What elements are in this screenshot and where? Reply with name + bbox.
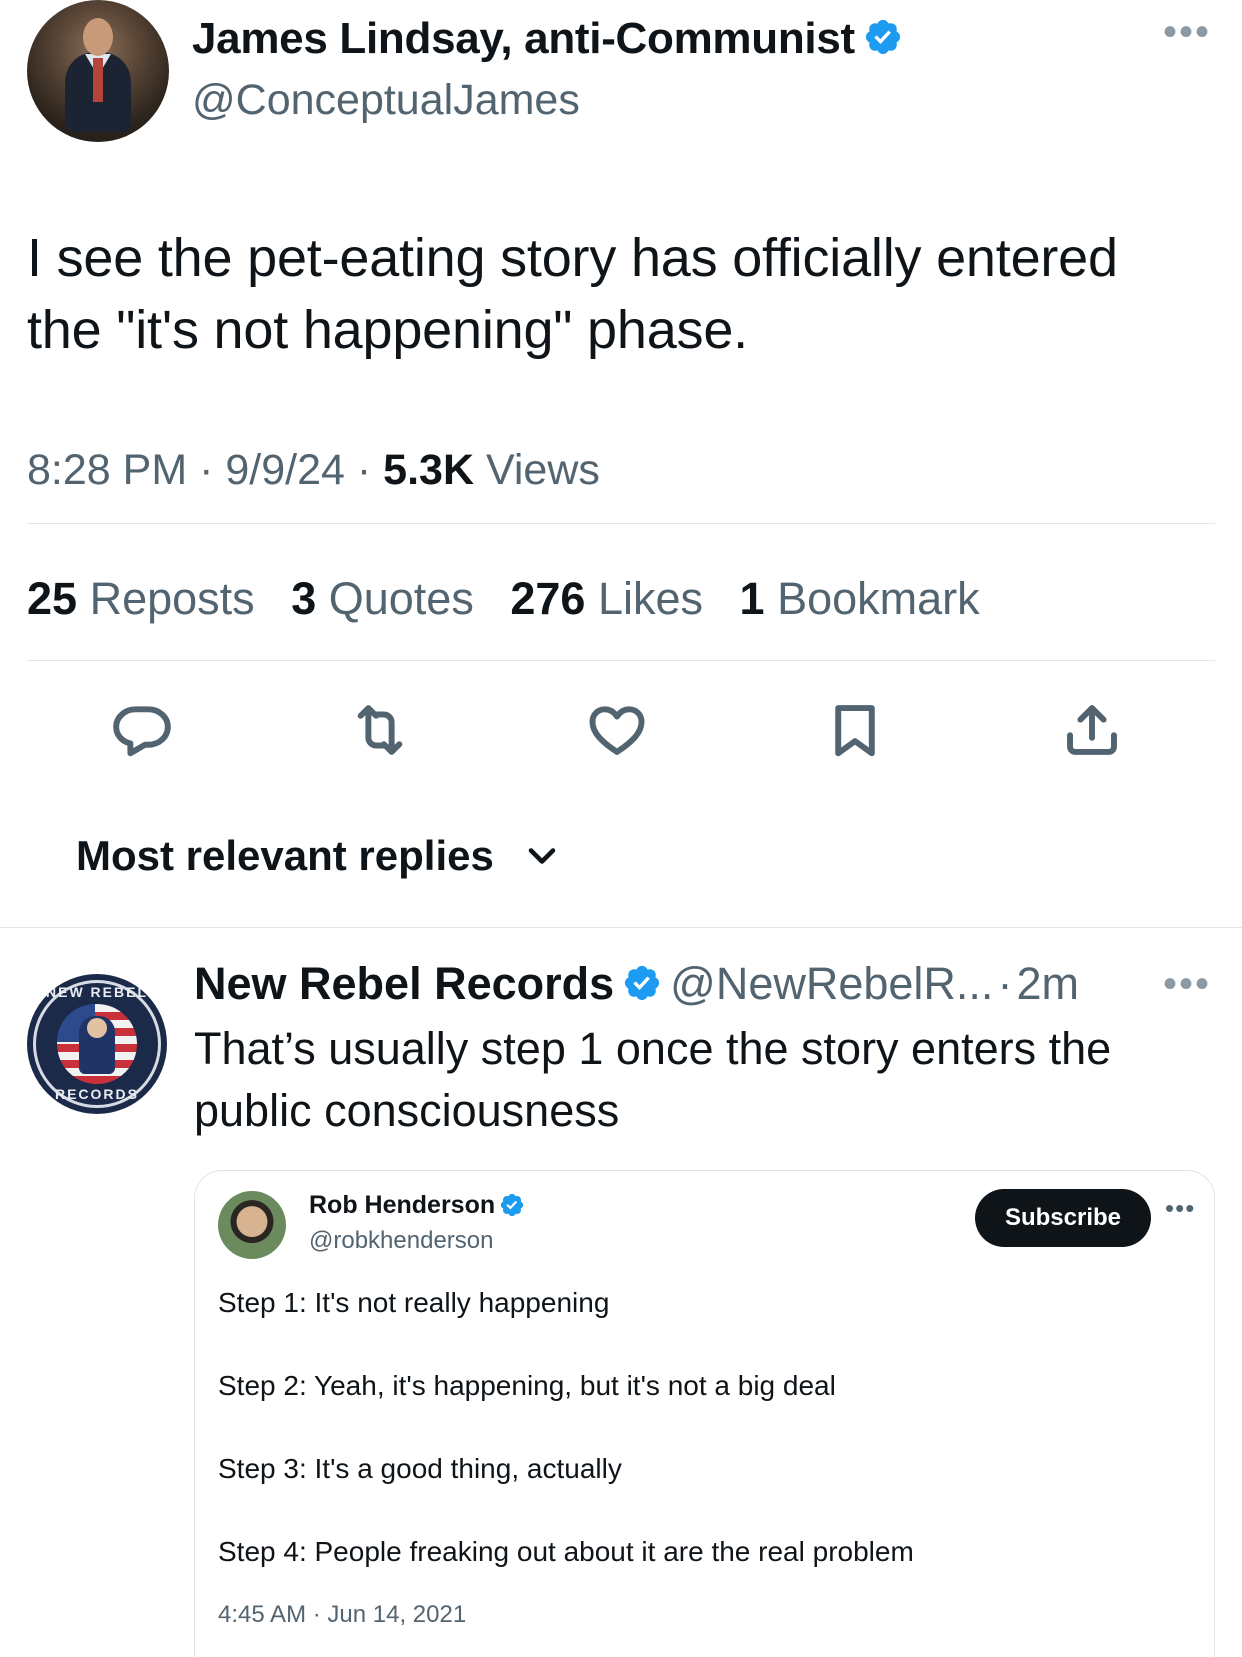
- tweet-text-line: the "it's not happening" phase.: [27, 300, 748, 360]
- reposts-stat[interactable]: 25 Reposts: [27, 573, 255, 624]
- quotes-label: Quotes: [328, 573, 474, 624]
- author-name-row[interactable]: James Lindsay, anti-Communist: [192, 14, 903, 64]
- reply-button[interactable]: [107, 695, 177, 765]
- bookmarks-stat[interactable]: 1 Bookmark: [740, 573, 980, 624]
- reply-text-line: That’s usually step 1 once the story ent…: [194, 1023, 1112, 1074]
- tweet-text-line: I see the pet-eating story has officiall…: [27, 228, 1118, 288]
- reply-age[interactable]: 2m: [1016, 958, 1079, 1009]
- replies-sort-label: Most relevant replies: [76, 832, 494, 879]
- author-name[interactable]: James Lindsay, anti-Communist: [192, 14, 855, 63]
- section-divider: [0, 927, 1242, 928]
- embed-timestamp: 4:45 AM · Jun 14, 2021: [218, 1601, 467, 1628]
- reply-author-avatar[interactable]: NEW REBEL RECORDS: [27, 974, 167, 1114]
- like-button[interactable]: [582, 695, 652, 765]
- more-options-icon: •••: [1165, 1193, 1196, 1223]
- author-avatar[interactable]: [27, 0, 169, 142]
- embed-step: Step 1: It's not really happening: [218, 1287, 610, 1318]
- divider: [27, 523, 1215, 524]
- reply-header: New Rebel Records @NewRebelR...·2m: [194, 958, 1079, 1010]
- reply-author-name[interactable]: New Rebel Records: [194, 958, 614, 1009]
- likes-stat[interactable]: 276 Likes: [510, 573, 703, 624]
- meta-separator: ·: [199, 446, 214, 494]
- embed-author-name: Rob Henderson: [309, 1191, 496, 1219]
- chevron-down-icon: [528, 848, 556, 864]
- likes-count: 276: [510, 573, 586, 624]
- likes-label: Likes: [597, 573, 704, 624]
- avatar-head: [83, 18, 113, 56]
- meta-separator: ·: [997, 958, 1013, 1009]
- tweet-date[interactable]: 9/9/24: [225, 446, 345, 494]
- reply-text: That’s usually step 1 once the story ent…: [194, 1018, 1214, 1142]
- bookmark-icon: [835, 705, 875, 757]
- author-handle[interactable]: @ConceptualJames: [192, 76, 580, 125]
- tweet-meta: 8:28 PM · 9/9/24 · 5.3K Views: [27, 446, 600, 495]
- more-options-icon[interactable]: •••: [1162, 964, 1212, 1004]
- subscribe-button: Subscribe: [975, 1189, 1151, 1247]
- reply-author-handle[interactable]: @NewRebelR...: [670, 958, 993, 1009]
- embed-step: Step 2: Yeah, it's happening, but it's n…: [218, 1370, 836, 1401]
- reposts-count: 25: [27, 573, 78, 624]
- meta-separator: ·: [356, 446, 372, 494]
- views-count: 5.3K: [383, 446, 475, 494]
- tweet-text: I see the pet-eating story has officiall…: [27, 222, 1207, 366]
- bookmarks-count: 1: [739, 573, 765, 624]
- embed-author-avatar: [218, 1191, 286, 1259]
- quotes-stat[interactable]: 3 Quotes: [291, 573, 474, 624]
- bookmarks-label: Bookmark: [777, 573, 980, 624]
- share-icon: [1067, 705, 1117, 755]
- like-icon: [589, 706, 645, 755]
- repost-button[interactable]: [345, 695, 415, 765]
- tweet-time[interactable]: 8:28 PM: [27, 446, 187, 494]
- more-options-icon[interactable]: •••: [1162, 12, 1212, 52]
- reply-icon: [113, 706, 171, 757]
- verified-badge-icon: [625, 965, 660, 1001]
- embed-step: Step 3: It's a good thing, actually: [218, 1453, 622, 1484]
- share-button[interactable]: [1057, 695, 1127, 765]
- avatar-tie: [93, 58, 103, 102]
- avatar-logo-text-bottom: RECORDS: [54, 1086, 139, 1102]
- repost-icon: [357, 705, 403, 755]
- engagement-stats: 25 Reposts 3 Quotes 276 Likes 1 Bookmark: [27, 573, 1004, 625]
- verified-badge-icon: [501, 1193, 524, 1217]
- quotes-count: 3: [291, 573, 317, 624]
- verified-badge-icon: [865, 19, 900, 55]
- embed-author-name-row: Rob Henderson: [309, 1191, 525, 1220]
- divider: [27, 660, 1215, 661]
- embedded-screenshot[interactable]: Rob Henderson @robkhenderson Subscribe •…: [194, 1170, 1215, 1657]
- reply-text-line: public consciousness: [194, 1085, 620, 1136]
- replies-sort-dropdown[interactable]: Most relevant replies: [76, 832, 564, 880]
- action-bar: [27, 695, 1215, 765]
- embed-step: Step 4: People freaking out about it are…: [218, 1536, 914, 1567]
- avatar-face: [87, 1018, 107, 1038]
- bookmark-button[interactable]: [820, 695, 890, 765]
- avatar-logo-text-top: NEW REBEL: [46, 984, 148, 1000]
- reposts-label: Reposts: [89, 573, 255, 624]
- embed-author-handle: @robkhenderson: [309, 1227, 494, 1254]
- views-label: Views: [485, 446, 600, 494]
